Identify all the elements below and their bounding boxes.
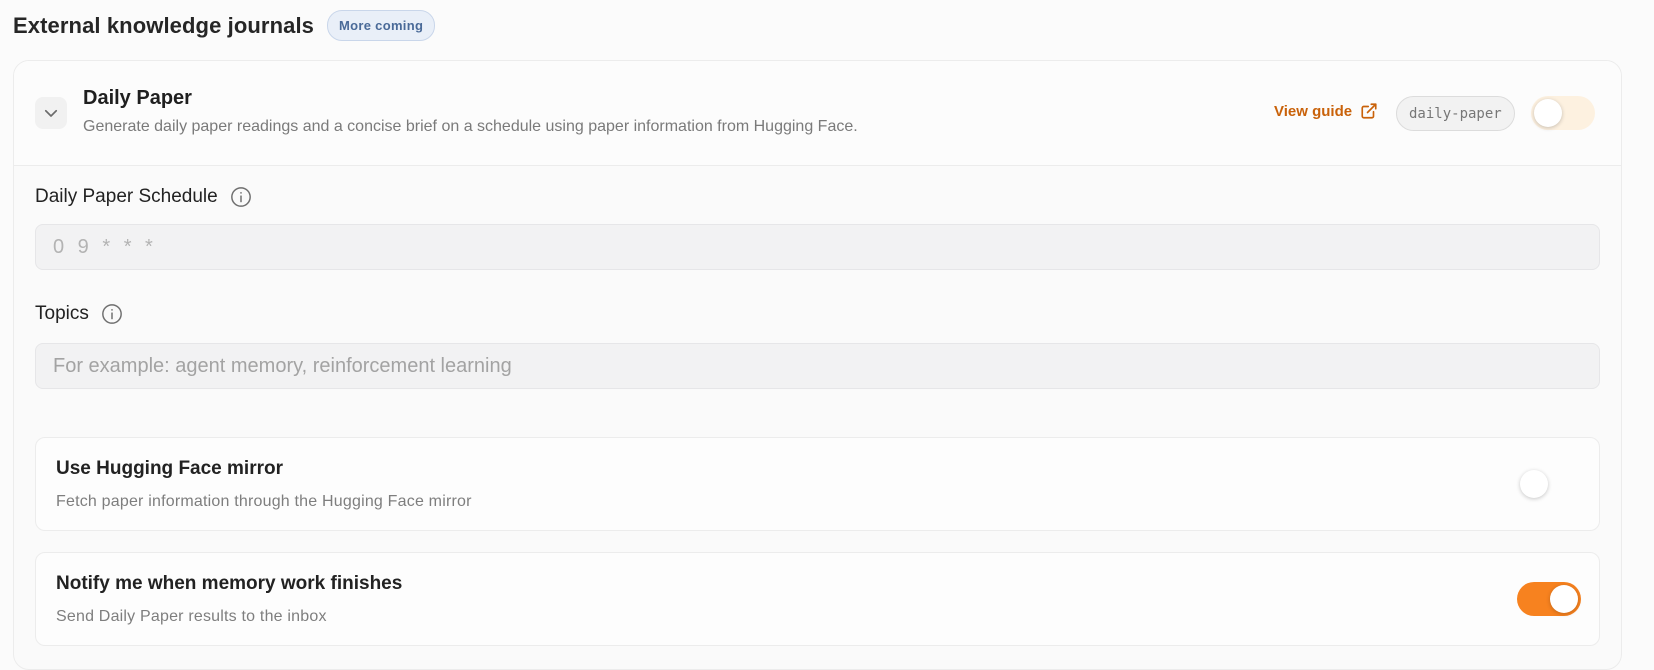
schedule-label-row: Daily Paper Schedule [35, 186, 252, 208]
journal-slug: daily-paper [1396, 96, 1515, 131]
info-icon[interactable] [101, 303, 123, 325]
journal-enable-toggle[interactable] [1531, 96, 1595, 130]
external-link-icon [1361, 103, 1377, 119]
topics-label-row: Topics [35, 303, 123, 325]
notify-description: Send Daily Paper results to the inbox [56, 608, 327, 625]
hf-mirror-toggle[interactable] [1517, 467, 1581, 501]
journal-title: Daily Paper [83, 87, 192, 109]
section-header: External knowledge journals More coming [13, 10, 436, 41]
schedule-label: Daily Paper Schedule [35, 186, 218, 207]
view-guide-link[interactable]: View guide [1274, 102, 1378, 120]
hf-mirror-description: Fetch paper information through the Hugg… [56, 493, 472, 510]
card-header[interactable]: Daily Paper Generate daily paper reading… [14, 61, 1621, 166]
hf-mirror-option: Use Hugging Face mirror Fetch paper info… [35, 437, 1600, 531]
info-icon[interactable] [230, 186, 252, 208]
toggle-knob [1534, 99, 1562, 127]
toggle-knob [1520, 470, 1548, 498]
collapse-button[interactable] [35, 97, 67, 129]
topics-input[interactable] [35, 343, 1600, 389]
notify-toggle[interactable] [1517, 582, 1581, 616]
toggle-knob [1550, 585, 1578, 613]
notify-option: Notify me when memory work finishes Send… [35, 552, 1600, 646]
journal-description: Generate daily paper readings and a conc… [83, 118, 858, 135]
section-title: External knowledge journals [13, 12, 314, 38]
more-coming-badge: More coming [327, 10, 436, 41]
topics-label: Topics [35, 303, 89, 324]
daily-paper-card: Daily Paper Generate daily paper reading… [13, 60, 1622, 670]
hf-mirror-title: Use Hugging Face mirror [56, 458, 283, 479]
view-guide-label: View guide [1274, 102, 1353, 120]
schedule-input[interactable] [35, 224, 1600, 270]
chevron-down-icon [44, 109, 58, 117]
notify-title: Notify me when memory work finishes [56, 573, 403, 594]
